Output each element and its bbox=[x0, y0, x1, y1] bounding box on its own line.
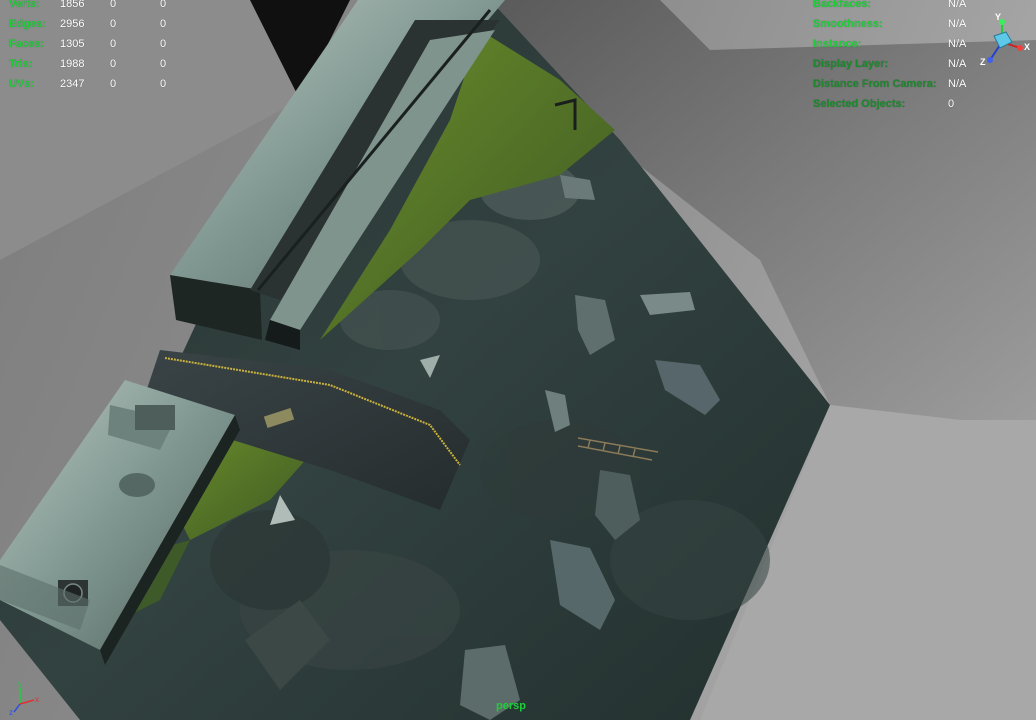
stat-value: 0 bbox=[160, 78, 167, 90]
info-value: N/A bbox=[948, 38, 967, 50]
stat-value: 0 bbox=[110, 38, 117, 50]
info-row-display-layer: Display Layer: N/A bbox=[813, 54, 973, 74]
stat-value: 0 bbox=[110, 18, 117, 30]
stat-row-edges: Edges: 2956 0 0 bbox=[9, 14, 199, 34]
stat-row-tris: Tris: 1988 0 0 bbox=[9, 54, 199, 74]
info-label: Backfaces: bbox=[813, 0, 872, 10]
stat-row-verts: Verts: 1856 0 0 bbox=[9, 0, 199, 14]
info-value: N/A bbox=[948, 0, 967, 10]
info-row-backfaces: Backfaces: N/A bbox=[813, 0, 973, 14]
poly-count-hud: Verts: 1856 0 0 Edges: 2956 0 0 Faces: 1… bbox=[9, 0, 199, 94]
stat-label: Edges: bbox=[9, 18, 46, 30]
info-row-selected-objects: Selected Objects: 0 bbox=[813, 94, 973, 114]
stat-value: 1856 bbox=[60, 0, 85, 10]
view-cube-box[interactable] bbox=[993, 31, 1013, 49]
info-label: Selected Objects: bbox=[813, 98, 906, 110]
info-label: Instance: bbox=[813, 38, 862, 50]
stat-row-uvs: UVs: 2347 0 0 bbox=[9, 74, 199, 94]
stat-row-faces: Faces: 1305 0 0 bbox=[9, 34, 199, 54]
stat-value: 0 bbox=[160, 18, 167, 30]
info-row-smoothness: Smoothness: N/A bbox=[813, 14, 973, 34]
info-value: 0 bbox=[948, 98, 955, 110]
stat-value: 0 bbox=[110, 0, 117, 10]
view-cube-icon[interactable]: Y X Z bbox=[972, 12, 1032, 68]
stat-value: 0 bbox=[160, 58, 167, 70]
stat-label: Verts: bbox=[9, 0, 40, 10]
info-label: Smoothness: bbox=[813, 18, 883, 30]
info-row-distance: Distance From Camera: N/A bbox=[813, 74, 973, 94]
view-cube-z-label: Z bbox=[980, 57, 986, 67]
object-info-hud: Backfaces: N/A Smoothness: N/A Instance:… bbox=[813, 0, 973, 114]
stat-label: UVs: bbox=[9, 78, 35, 90]
axis-gizmo-icon: y x z bbox=[9, 680, 39, 716]
stat-value: 0 bbox=[160, 0, 167, 10]
stat-value: 1305 bbox=[60, 38, 85, 50]
stat-value: 1988 bbox=[60, 58, 85, 70]
gizmo-z-label: z bbox=[9, 708, 13, 716]
gizmo-x-label: x bbox=[35, 695, 39, 704]
camera-name-label: persp bbox=[496, 700, 526, 712]
stat-value: 2956 bbox=[60, 18, 85, 30]
stat-label: Tris: bbox=[9, 58, 33, 70]
stat-value: 0 bbox=[110, 78, 117, 90]
gizmo-y-label: y bbox=[18, 680, 22, 689]
stat-label: Faces: bbox=[9, 38, 44, 50]
info-value: N/A bbox=[948, 78, 967, 90]
info-row-instance: Instance: N/A bbox=[813, 34, 973, 54]
stat-value: 0 bbox=[110, 58, 117, 70]
info-value: N/A bbox=[948, 58, 967, 70]
info-label: Display Layer: bbox=[813, 58, 889, 70]
view-cube-y-label: Y bbox=[995, 12, 1001, 22]
stat-value: 0 bbox=[160, 38, 167, 50]
stat-value: 2347 bbox=[60, 78, 85, 90]
info-label: Distance From Camera: bbox=[813, 78, 937, 90]
view-cube-x-label: X bbox=[1024, 42, 1030, 52]
info-value: N/A bbox=[948, 18, 967, 30]
